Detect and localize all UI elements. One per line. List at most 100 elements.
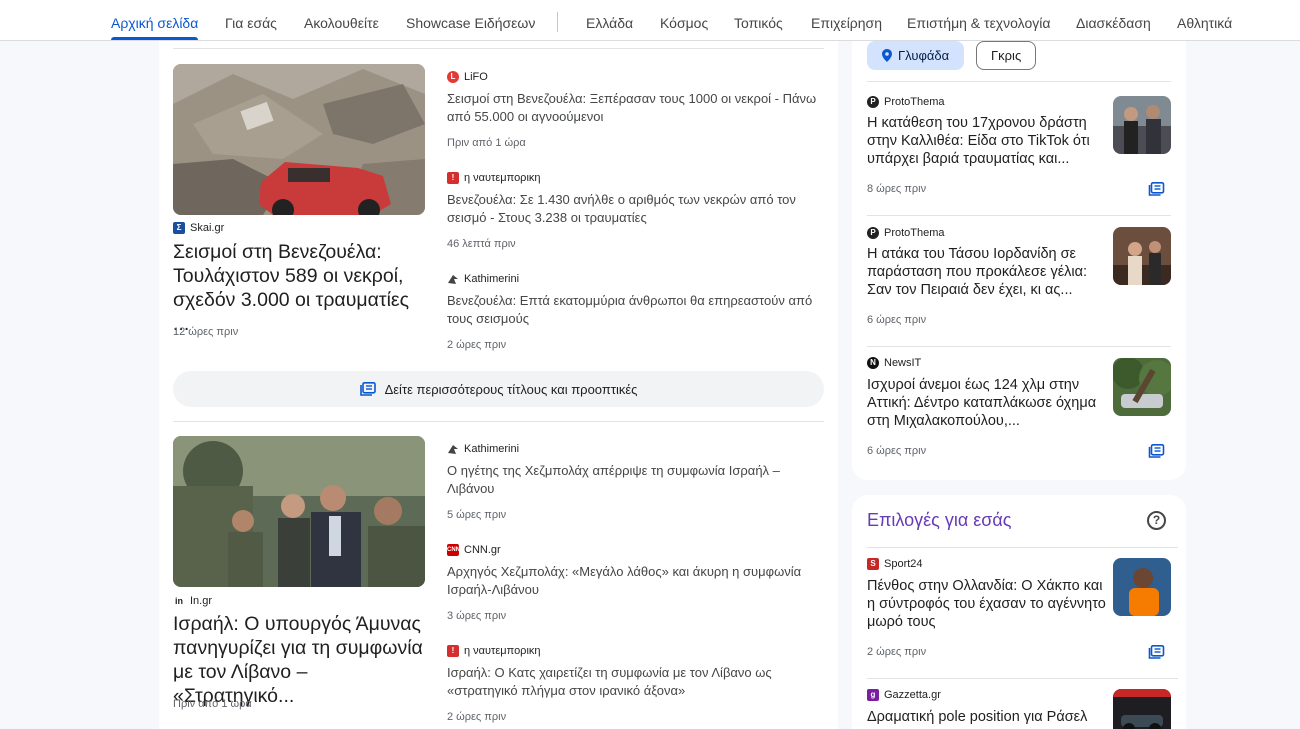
article-time: Πριν από 1 ώρα (447, 137, 526, 149)
full-coverage-icon[interactable] (1148, 645, 1165, 659)
tab-home[interactable]: Αρχική σελίδα (111, 0, 199, 41)
divider (867, 678, 1178, 679)
divider (867, 547, 1178, 548)
protothema-logo-icon: P (867, 96, 879, 108)
source-name: ProtoThema (884, 227, 945, 239)
article-headline[interactable]: Ο ηγέτης της Χεζμπολάχ απέρριψε τη συμφω… (447, 462, 825, 498)
article-source[interactable]: ! η ναυτεμπορικη (447, 645, 541, 657)
tab-greece[interactable]: Ελλάδα (586, 0, 633, 41)
tab-world[interactable]: Κόσμος (660, 0, 708, 41)
article-source[interactable]: L LiFO (447, 71, 488, 83)
local-item-thumbnail[interactable] (1113, 96, 1171, 154)
article-time: 2 ώρες πριν (447, 339, 507, 351)
article-source[interactable]: Kathimerini (447, 443, 519, 455)
story-time: Πριν από 1 ώρα (173, 698, 252, 710)
local-item-headline[interactable]: Ισχυροί άνεμοι έως 124 χλμ στην Αττική: … (867, 376, 1107, 430)
in-gr-logo-icon: in (173, 595, 185, 607)
story-headline[interactable]: Σεισμοί στη Βενεζουέλα: Τουλάχιστον 589 … (173, 240, 429, 336)
picks-item-thumbnail[interactable] (1113, 689, 1171, 729)
local-item-headline[interactable]: Η ατάκα του Τάσου Ιορδανίδη σε παράσταση… (867, 245, 1107, 299)
divider (867, 81, 1171, 82)
source-name: LiFO (464, 71, 488, 83)
chip-label: Γκρις (991, 48, 1022, 63)
local-item-thumbnail[interactable] (1113, 227, 1171, 285)
people-crowd-photo (1113, 96, 1171, 154)
picks-item-headline[interactable]: Δραματική pole position για Ράσελ (867, 708, 1107, 726)
picks-item-source[interactable]: g Gazzetta.gr (867, 689, 941, 701)
article-source[interactable]: ! η ναυτεμπορικη (447, 172, 541, 184)
article-headline[interactable]: Βενεζουέλα: Επτά εκατομμύρια άνθρωποι θα… (447, 292, 825, 328)
chip-location-glyfada[interactable]: Γλυφάδα (867, 41, 965, 70)
local-item-source[interactable]: N NewsIT (867, 357, 921, 369)
racing-car-photo (1113, 689, 1171, 729)
local-item-thumbnail[interactable] (1113, 358, 1171, 416)
tab-news-showcase[interactable]: Showcase Ειδήσεων (406, 0, 535, 41)
picks-item-thumbnail[interactable] (1113, 558, 1171, 616)
tab-local[interactable]: Τοπικός (734, 0, 783, 41)
tab-for-you[interactable]: Για εσάς (225, 0, 277, 41)
more-headlines-label: Δείτε περισσότερους τίτλους και προοπτικ… (384, 381, 638, 397)
article-source[interactable]: Kathimerini (447, 273, 519, 285)
picks-item-source[interactable]: S Sport24 (867, 558, 923, 570)
article-source[interactable]: CNN CNN.gr (447, 544, 501, 556)
source-name: Kathimerini (464, 443, 520, 455)
kathimerini-logo-icon (448, 275, 458, 284)
divider (173, 421, 824, 422)
full-coverage-icon[interactable] (1148, 444, 1165, 458)
story-source[interactable]: Σ Skai.gr (173, 222, 224, 234)
local-item-time: 8 ώρες πριν (867, 183, 927, 195)
top-navigation: Αρχική σελίδα Για εσάς Ακολουθείτε Showc… (0, 0, 1300, 41)
cnn-logo-icon: CNN (447, 544, 460, 556)
protothema-logo-icon: P (867, 227, 879, 239)
soldiers-minister-photo (173, 436, 425, 587)
football-player-photo (1113, 558, 1171, 616)
tab-entertainment[interactable]: Διασκέδαση (1076, 0, 1151, 41)
sport24-logo-icon: S (867, 558, 879, 570)
chip-label: Γλυφάδα (898, 48, 950, 63)
nav-divider (557, 12, 558, 32)
article-headline[interactable]: Αρχηγός Χεζμπολάχ: «Μεγάλο λάθος» και άκ… (447, 563, 825, 599)
article-time: 46 λεπτά πριν (447, 238, 516, 250)
gazzetta-logo-icon: g (867, 689, 879, 701)
story-image[interactable] (173, 436, 425, 587)
story-source[interactable]: in In.gr (173, 595, 212, 607)
help-icon[interactable]: ? (1147, 511, 1166, 530)
article-time: 5 ώρες πριν (447, 509, 507, 521)
article-headline[interactable]: Σεισμοί στη Βενεζουέλα: Ξεπέρασαν τους 1… (447, 90, 825, 126)
article-time: 3 ώρες πριν (447, 610, 507, 622)
local-item-headline[interactable]: Η κατάθεση του 17χρονου δράστη στην Καλλ… (867, 114, 1107, 168)
tab-business[interactable]: Επιχείρηση (811, 0, 882, 41)
source-name: η ναυτεμπορικη (464, 172, 541, 184)
full-coverage-icon[interactable] (1148, 182, 1165, 196)
source-name: Kathimerini (464, 273, 520, 285)
tab-following[interactable]: Ακολουθείτε (304, 0, 379, 41)
chip-location-grits[interactable]: Γκρις (976, 41, 1037, 70)
article-time: 2 ώρες πριν (447, 711, 507, 723)
divider (173, 48, 824, 49)
article-headline[interactable]: Ισραήλ: Ο Κατς χαιρετίζει τη συμφωνία με… (447, 664, 825, 700)
article-headline[interactable]: Βενεζουέλα: Σε 1.430 ανήλθε ο αριθμός τω… (447, 191, 825, 227)
source-name: In.gr (190, 595, 213, 607)
local-item-time: 6 ώρες πριν (867, 445, 927, 457)
source-name: Gazzetta.gr (884, 689, 941, 701)
earthquake-rubble-photo (173, 64, 425, 215)
story-headline[interactable]: Ισραήλ: Ο υπουργός Άμυνας πανηγυρίζει γι… (173, 612, 429, 708)
story-image[interactable] (173, 64, 425, 215)
fallen-tree-car-photo (1113, 358, 1171, 416)
picks-section-title[interactable]: Επιλογές για εσάς (867, 510, 1011, 531)
full-coverage-icon (359, 382, 376, 396)
picks-item-headline[interactable]: Πένθος στην Ολλανδία: Ο Χάκπο και η σύντ… (867, 577, 1107, 631)
local-item-source[interactable]: P ProtoThema (867, 96, 945, 108)
tab-sports[interactable]: Αθλητικά (1177, 0, 1232, 41)
source-name: CNN.gr (464, 544, 501, 556)
more-headlines-button[interactable]: Δείτε περισσότερους τίτλους και προοπτικ… (173, 371, 824, 407)
source-name: ProtoThema (884, 96, 945, 108)
divider (867, 215, 1171, 216)
source-name: Skai.gr (190, 222, 225, 234)
tab-science-technology[interactable]: Επιστήμη & τεχνολογία (907, 0, 1050, 41)
divider (867, 346, 1171, 347)
location-pin-icon (882, 49, 892, 62)
source-name: η ναυτεμπορικη (464, 645, 541, 657)
story-time: 12 ώρες πριν (173, 326, 239, 338)
local-item-source[interactable]: P ProtoThema (867, 227, 945, 239)
